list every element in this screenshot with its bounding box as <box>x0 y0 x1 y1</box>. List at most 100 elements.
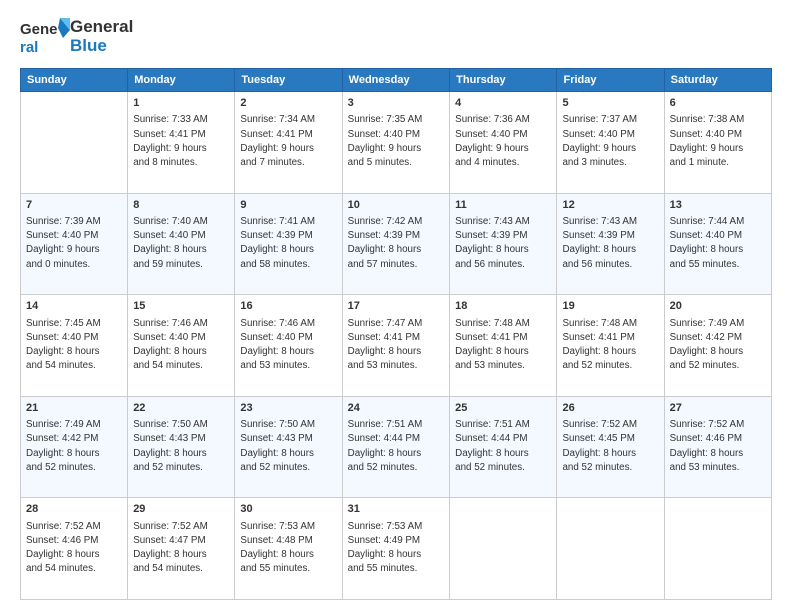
day-number: 5 <box>562 96 658 111</box>
day-info: Sunrise: 7:34 AM Sunset: 4:41 PM Dayligh… <box>240 113 336 170</box>
day-info: Sunrise: 7:48 AM Sunset: 4:41 PM Dayligh… <box>455 317 551 374</box>
calendar-cell: 28Sunrise: 7:52 AM Sunset: 4:46 PM Dayli… <box>21 498 128 600</box>
calendar-cell: 13 Sunrise: 7:44 AM Sunset: 4:40 PM Dayli… <box>664 193 771 295</box>
day-info: Sunrise: 7:33 AM Sunset: 4:41 PM Dayligh… <box>133 113 229 170</box>
calendar-cell <box>450 498 557 600</box>
calendar-cell: 7 Sunrise: 7:39 AM Sunset: 4:40 PM Daylig… <box>21 193 128 295</box>
calendar-cell: 22Sunrise: 7:50 AM Sunset: 4:43 PM Dayli… <box>128 396 235 498</box>
day-number: 6 <box>670 96 766 111</box>
calendar-table: SundayMondayTuesdayWednesdayThursdayFrid… <box>20 68 772 600</box>
calendar-cell: 12Sunrise: 7:43 AM Sunset: 4:39 PM Dayli… <box>557 193 664 295</box>
calendar-cell: 11 Sunrise: 7:43 AM Sunset: 4:39 PM Dayli… <box>450 193 557 295</box>
calendar-cell <box>664 498 771 600</box>
svg-text:Gene: Gene <box>20 21 58 38</box>
day-number: 31 <box>348 502 445 517</box>
day-number: 16 <box>240 299 336 314</box>
col-header-tuesday: Tuesday <box>235 69 342 92</box>
day-number: 7 <box>26 198 122 213</box>
calendar-cell: 4Sunrise: 7:36 AM Sunset: 4:40 PM Daylig… <box>450 92 557 194</box>
calendar-cell: 1 Sunrise: 7:33 AM Sunset: 4:41 PM Daylig… <box>128 92 235 194</box>
day-info: Sunrise: 7:43 AM Sunset: 4:39 PM Dayligh… <box>455 215 551 272</box>
day-info: Sunrise: 7:41 AM Sunset: 4:39 PM Dayligh… <box>240 215 336 272</box>
day-number: 3 <box>348 96 445 111</box>
day-number: 2 <box>240 96 336 111</box>
day-info: Sunrise: 7:46 AM Sunset: 4:40 PM Dayligh… <box>133 317 229 374</box>
logo-svg: Gene ral <box>20 16 70 58</box>
day-number: 28 <box>26 502 122 517</box>
calendar-cell: 21 Sunrise: 7:49 AM Sunset: 4:42 PM Dayli… <box>21 396 128 498</box>
calendar-cell: 31Sunrise: 7:53 AM Sunset: 4:49 PM Dayli… <box>342 498 450 600</box>
calendar-cell <box>21 92 128 194</box>
day-number: 11 <box>455 198 551 213</box>
calendar-cell: 29 Sunrise: 7:52 AM Sunset: 4:47 PM Dayli… <box>128 498 235 600</box>
col-header-wednesday: Wednesday <box>342 69 450 92</box>
calendar-cell: 14 Sunrise: 7:45 AM Sunset: 4:40 PM Dayli… <box>21 295 128 397</box>
day-number: 29 <box>133 502 229 517</box>
day-number: 9 <box>240 198 336 213</box>
calendar-cell: 23Sunrise: 7:50 AM Sunset: 4:43 PM Dayli… <box>235 396 342 498</box>
day-number: 15 <box>133 299 229 314</box>
day-info: Sunrise: 7:46 AM Sunset: 4:40 PM Dayligh… <box>240 317 336 374</box>
day-info: Sunrise: 7:52 AM Sunset: 4:46 PM Dayligh… <box>670 418 766 475</box>
day-number: 24 <box>348 401 445 416</box>
day-number: 26 <box>562 401 658 416</box>
logo-line2: Blue <box>70 37 133 56</box>
day-number: 14 <box>26 299 122 314</box>
day-info: Sunrise: 7:47 AM Sunset: 4:41 PM Dayligh… <box>348 317 445 374</box>
day-info: Sunrise: 7:49 AM Sunset: 4:42 PM Dayligh… <box>26 418 122 475</box>
day-number: 22 <box>133 401 229 416</box>
calendar-cell: 24 Sunrise: 7:51 AM Sunset: 4:44 PM Dayli… <box>342 396 450 498</box>
calendar-cell: 16 Sunrise: 7:46 AM Sunset: 4:40 PM Dayli… <box>235 295 342 397</box>
calendar-week-3: 14 Sunrise: 7:45 AM Sunset: 4:40 PM Dayli… <box>21 295 772 397</box>
calendar-cell: 18 Sunrise: 7:48 AM Sunset: 4:41 PM Dayli… <box>450 295 557 397</box>
day-info: Sunrise: 7:49 AM Sunset: 4:42 PM Dayligh… <box>670 317 766 374</box>
calendar-cell: 17 Sunrise: 7:47 AM Sunset: 4:41 PM Dayli… <box>342 295 450 397</box>
day-info: Sunrise: 7:53 AM Sunset: 4:48 PM Dayligh… <box>240 520 336 577</box>
day-info: Sunrise: 7:52 AM Sunset: 4:47 PM Dayligh… <box>133 520 229 577</box>
day-info: Sunrise: 7:44 AM Sunset: 4:40 PM Dayligh… <box>670 215 766 272</box>
day-number: 19 <box>562 299 658 314</box>
day-number: 25 <box>455 401 551 416</box>
calendar-cell: 2 Sunrise: 7:34 AM Sunset: 4:41 PM Daylig… <box>235 92 342 194</box>
calendar-cell: 20Sunrise: 7:49 AM Sunset: 4:42 PM Dayli… <box>664 295 771 397</box>
calendar-cell: 19Sunrise: 7:48 AM Sunset: 4:41 PM Dayli… <box>557 295 664 397</box>
day-info: Sunrise: 7:35 AM Sunset: 4:40 PM Dayligh… <box>348 113 445 170</box>
calendar-cell: 26 Sunrise: 7:52 AM Sunset: 4:45 PM Dayli… <box>557 396 664 498</box>
calendar-cell: 15 Sunrise: 7:46 AM Sunset: 4:40 PM Dayli… <box>128 295 235 397</box>
day-number: 21 <box>26 401 122 416</box>
calendar-cell: 8 Sunrise: 7:40 AM Sunset: 4:40 PM Daylig… <box>128 193 235 295</box>
col-header-saturday: Saturday <box>664 69 771 92</box>
col-header-thursday: Thursday <box>450 69 557 92</box>
calendar-cell: 5 Sunrise: 7:37 AM Sunset: 4:40 PM Daylig… <box>557 92 664 194</box>
day-number: 27 <box>670 401 766 416</box>
day-number: 17 <box>348 299 445 314</box>
calendar-cell: 10 Sunrise: 7:42 AM Sunset: 4:39 PM Dayli… <box>342 193 450 295</box>
day-number: 8 <box>133 198 229 213</box>
svg-text:ral: ral <box>20 39 38 56</box>
day-info: Sunrise: 7:43 AM Sunset: 4:39 PM Dayligh… <box>562 215 658 272</box>
day-number: 13 <box>670 198 766 213</box>
day-number: 1 <box>133 96 229 111</box>
calendar-cell: 9 Sunrise: 7:41 AM Sunset: 4:39 PM Daylig… <box>235 193 342 295</box>
col-header-friday: Friday <box>557 69 664 92</box>
day-info: Sunrise: 7:52 AM Sunset: 4:45 PM Dayligh… <box>562 418 658 475</box>
day-info: Sunrise: 7:37 AM Sunset: 4:40 PM Dayligh… <box>562 113 658 170</box>
day-number: 4 <box>455 96 551 111</box>
day-number: 30 <box>240 502 336 517</box>
col-header-sunday: Sunday <box>21 69 128 92</box>
day-info: Sunrise: 7:45 AM Sunset: 4:40 PM Dayligh… <box>26 317 122 374</box>
calendar-header-row: SundayMondayTuesdayWednesdayThursdayFrid… <box>21 69 772 92</box>
calendar-cell: 3 Sunrise: 7:35 AM Sunset: 4:40 PM Daylig… <box>342 92 450 194</box>
calendar-week-5: 28Sunrise: 7:52 AM Sunset: 4:46 PM Dayli… <box>21 498 772 600</box>
day-number: 18 <box>455 299 551 314</box>
calendar-cell <box>557 498 664 600</box>
day-number: 10 <box>348 198 445 213</box>
calendar-week-2: 7 Sunrise: 7:39 AM Sunset: 4:40 PM Daylig… <box>21 193 772 295</box>
day-info: Sunrise: 7:42 AM Sunset: 4:39 PM Dayligh… <box>348 215 445 272</box>
day-info: Sunrise: 7:39 AM Sunset: 4:40 PM Dayligh… <box>26 215 122 272</box>
day-info: Sunrise: 7:38 AM Sunset: 4:40 PM Dayligh… <box>670 113 766 170</box>
day-info: Sunrise: 7:51 AM Sunset: 4:44 PM Dayligh… <box>348 418 445 475</box>
col-header-monday: Monday <box>128 69 235 92</box>
day-info: Sunrise: 7:40 AM Sunset: 4:40 PM Dayligh… <box>133 215 229 272</box>
calendar-week-1: 1 Sunrise: 7:33 AM Sunset: 4:41 PM Daylig… <box>21 92 772 194</box>
